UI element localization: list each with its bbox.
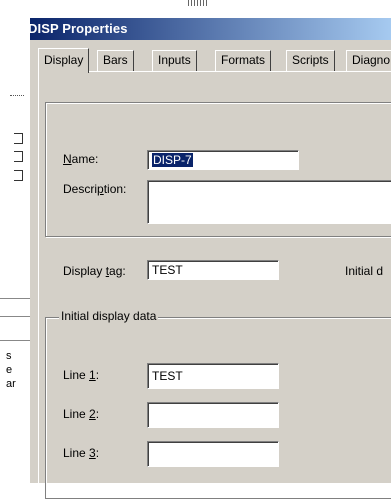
name-label: Name: — [63, 152, 99, 166]
display-tab-panel: Name: DISP-7 Description: Display tag: T… — [38, 71, 391, 499]
display-tag-label: Display tag: — [63, 264, 126, 278]
line-3-field[interactable] — [147, 441, 279, 467]
window-title: DISP Properties — [28, 21, 128, 36]
line-2-label: Line 2: — [63, 407, 100, 421]
tree-node-1[interactable] — [14, 133, 23, 144]
background-icon — [188, 0, 208, 6]
bg-text: s — [6, 350, 12, 362]
title-bar[interactable]: DISP Properties — [28, 18, 391, 40]
line-1-field[interactable]: TEST — [147, 363, 279, 389]
background-window: s e ar — [0, 0, 30, 483]
display-tag-field[interactable]: TEST — [147, 260, 279, 280]
tab-diagnostics[interactable]: Diagno — [346, 50, 391, 72]
line-3-label: Line 3: — [63, 446, 100, 460]
tree-node-3[interactable] — [14, 170, 23, 181]
tab-display[interactable]: Display — [38, 48, 90, 73]
name-field[interactable]: DISP-7 — [147, 150, 299, 170]
line-2-field[interactable] — [147, 402, 279, 428]
bg-text: ar — [6, 378, 16, 390]
tab-bars[interactable]: Bars — [97, 50, 134, 72]
tree-node-2[interactable] — [14, 151, 23, 162]
bg-text: e — [6, 364, 13, 376]
tab-formats[interactable]: Formats — [215, 50, 272, 72]
divider — [0, 316, 30, 317]
initial-label: Initial d — [345, 264, 384, 278]
initial-display-group-title: Initial display data — [59, 309, 159, 323]
tab-scripts[interactable]: Scripts — [286, 50, 335, 72]
tree-connector — [10, 95, 24, 96]
divider — [0, 340, 30, 341]
line-1-label: Line 1: — [63, 368, 100, 382]
divider — [0, 298, 30, 299]
description-field[interactable] — [147, 180, 391, 224]
tab-strip: Display Bars Inputs Formats Scripts Diag… — [38, 48, 391, 73]
properties-dialog: DISP Properties Display Bars Inputs Form… — [28, 18, 391, 499]
tab-inputs[interactable]: Inputs — [152, 50, 197, 72]
description-label: Description: — [63, 182, 127, 196]
